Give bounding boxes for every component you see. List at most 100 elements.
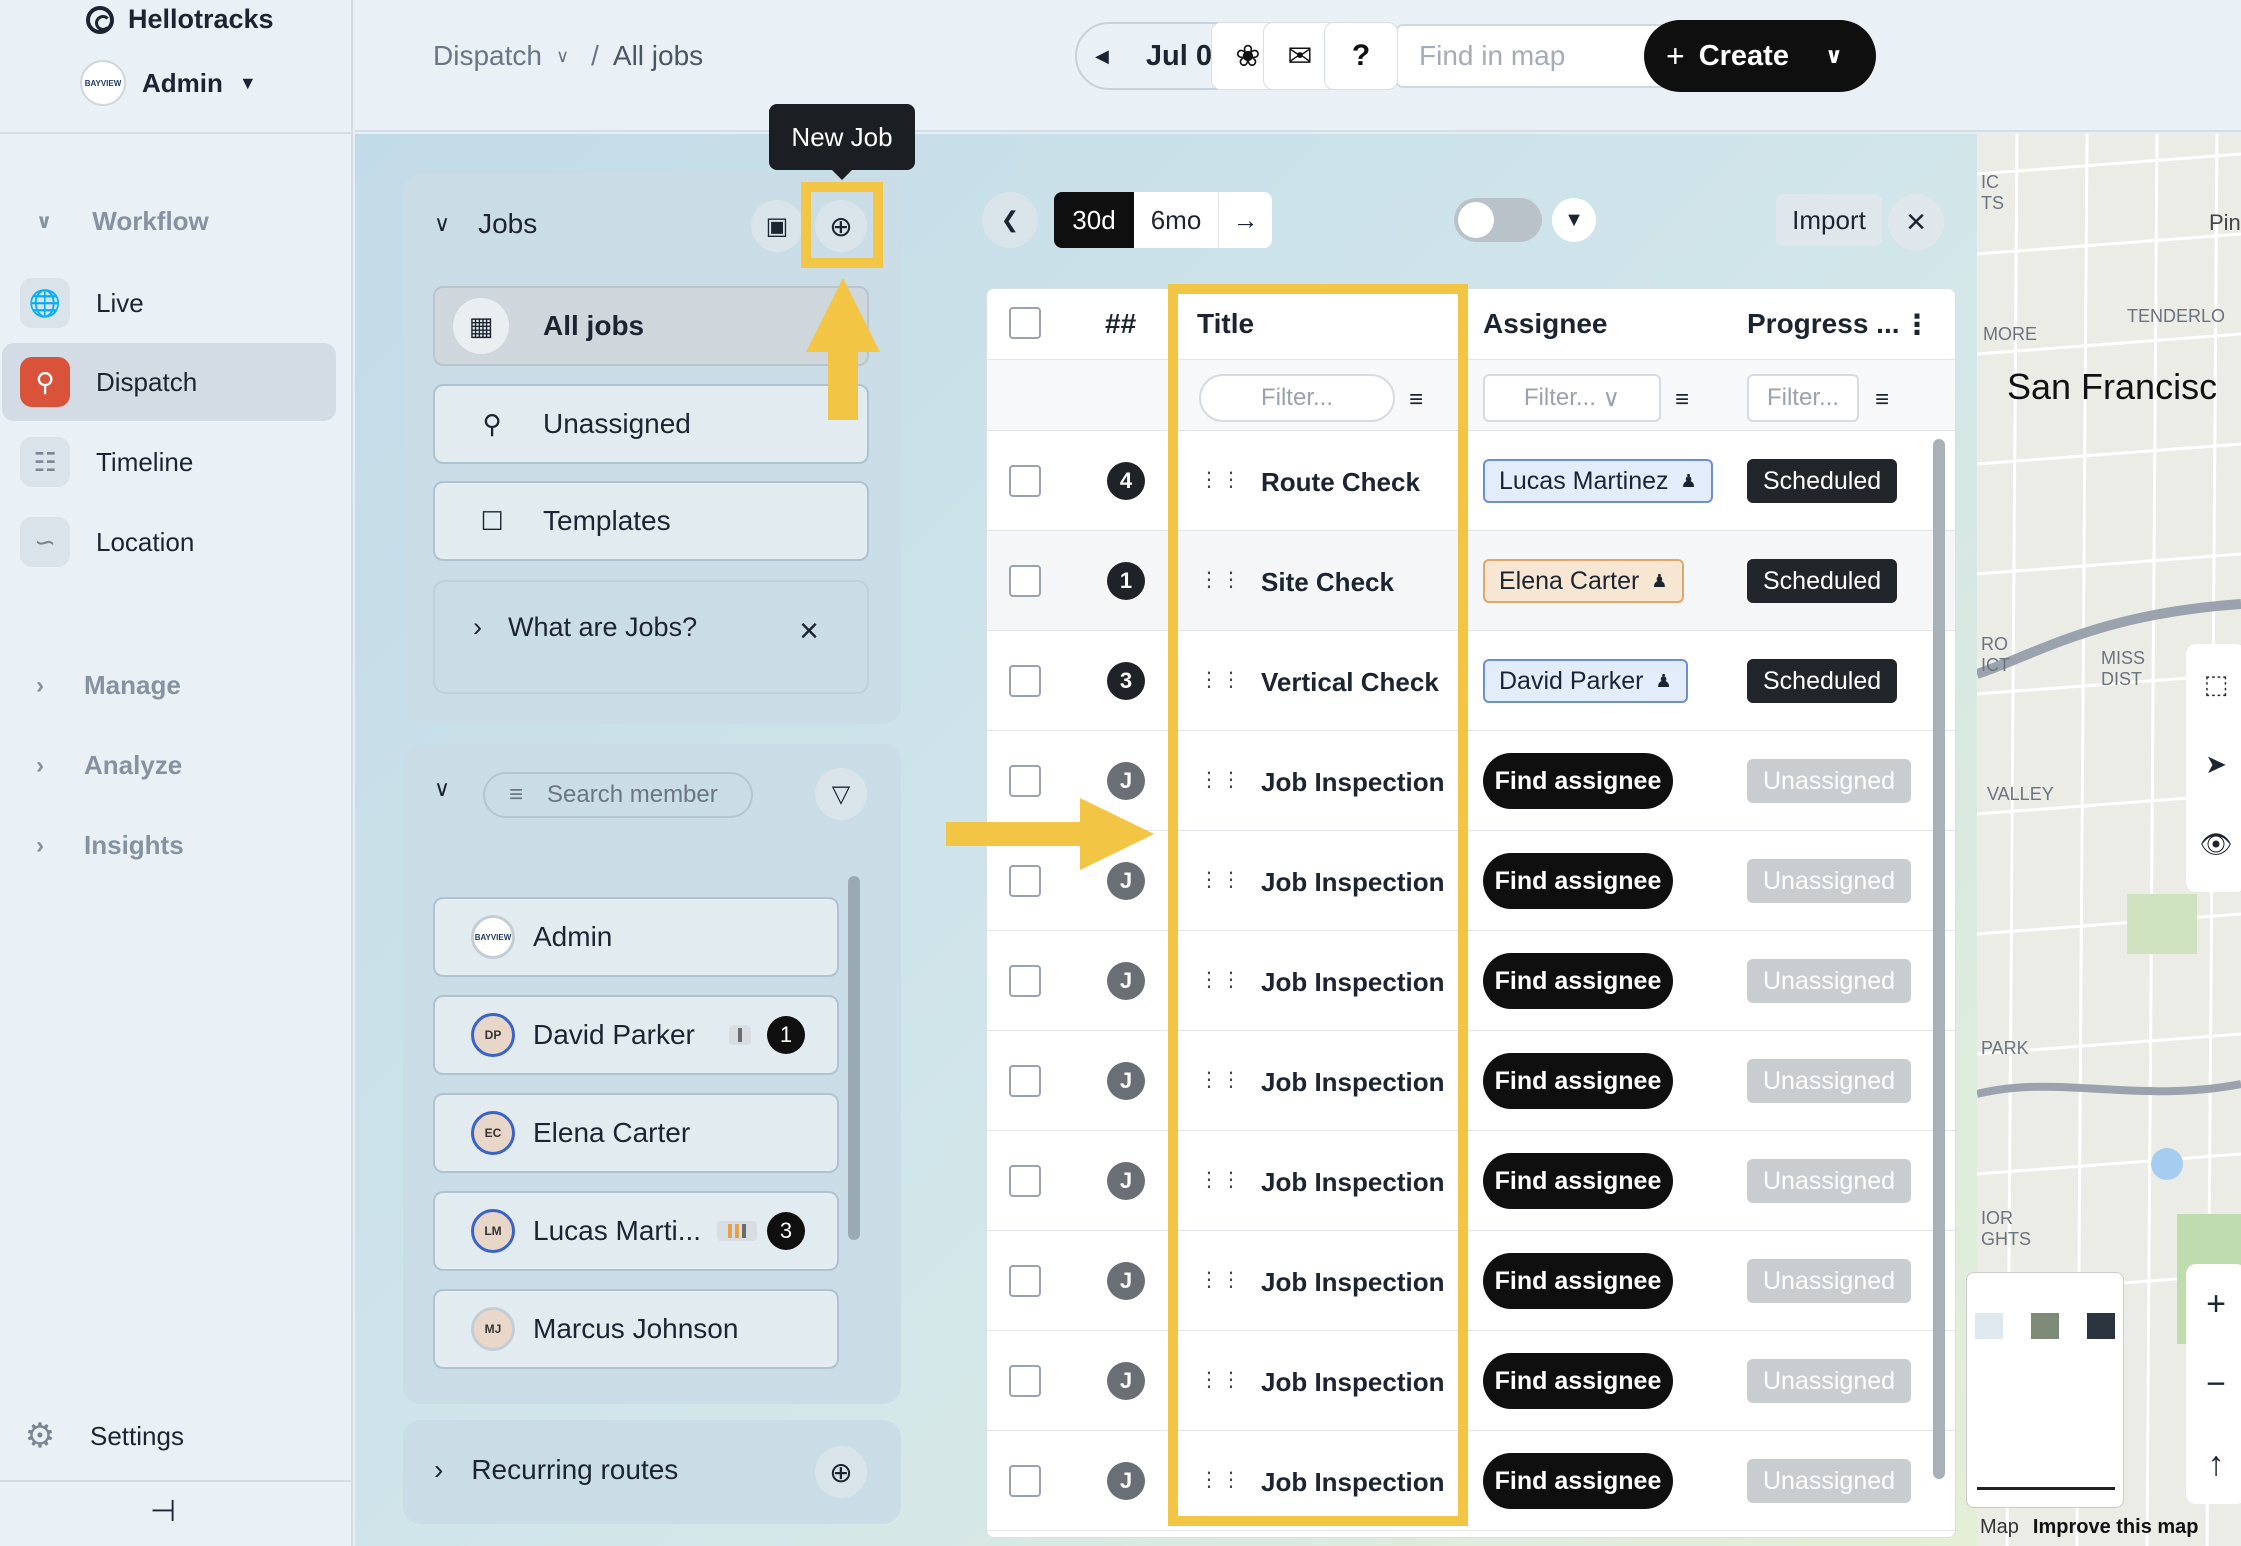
import-button[interactable]: Import <box>1776 194 1882 246</box>
arrow-right-icon[interactable]: → <box>1218 192 1272 248</box>
filter-toggle[interactable] <box>1454 198 1542 242</box>
eye-icon[interactable]: 👁 <box>2186 804 2241 884</box>
help-button[interactable]: ? <box>1324 22 1398 90</box>
row-checkbox[interactable] <box>1009 765 1041 797</box>
table-row[interactable]: J ⋮⋮ Job Inspection Find assignee Unassigned <box>987 1231 1955 1331</box>
member-marcus-johnson[interactable]: MJ Marcus Johnson <box>433 1289 839 1369</box>
jobs-panel-header[interactable]: ∨ Jobs <box>434 208 537 240</box>
north-arrow-icon[interactable]: ↑ <box>2186 1424 2241 1504</box>
sidebar-item-live[interactable]: 🌐 Live <box>2 264 336 342</box>
nav-group-analyze[interactable]: › Analyze <box>36 750 182 781</box>
sidebar-item-dispatch[interactable]: ⚲ Dispatch <box>2 343 336 421</box>
close-icon[interactable]: × <box>1888 194 1944 250</box>
filter-lines-icon[interactable]: ≡ <box>1675 386 1689 414</box>
row-checkbox[interactable] <box>1009 565 1041 597</box>
row-checkbox[interactable] <box>1009 1165 1041 1197</box>
assignee-chip[interactable]: Lucas Martinez ♟ <box>1483 459 1713 503</box>
select-all-checkbox[interactable] <box>1009 307 1041 339</box>
row-checkbox[interactable] <box>1009 465 1041 497</box>
map-style-dark[interactable] <box>2087 1313 2115 1339</box>
member-lucas-martinez[interactable]: LM Lucas Marti... 3 <box>433 1191 839 1271</box>
member-david-parker[interactable]: DP David Parker 1 <box>433 995 839 1075</box>
breadcrumb-dispatch[interactable]: Dispatch <box>433 40 542 72</box>
map-style-default[interactable] <box>1975 1313 2003 1339</box>
range-30d[interactable]: 30d <box>1054 192 1134 248</box>
table-row[interactable]: J ⋮⋮ Job Inspection Find assignee Unassigned <box>987 1331 1955 1431</box>
table-row[interactable]: 4 ⋮⋮ Route Check Lucas Martinez ♟ Scheduled <box>987 431 1955 531</box>
nav-all-jobs[interactable]: ▦ All jobs <box>433 286 869 366</box>
table-row[interactable]: J ⋮⋮ Job Inspection Find assignee Unassigned <box>987 1031 1955 1131</box>
improve-map-link[interactable]: Improve this map <box>2033 1516 2199 1539</box>
close-icon[interactable]: × <box>799 612 819 651</box>
table-row[interactable]: J ⋮⋮ Job Inspection Find assignee Unassigned <box>987 1431 1955 1531</box>
nav-group-workflow[interactable]: ∨ Workflow <box>36 206 209 237</box>
table-row[interactable]: J ⋮⋮ Job Inspection Find assignee Unassigned <box>987 931 1955 1031</box>
table-row[interactable]: 3 ⋮⋮ Vertical Check David Parker ♟ Scheduled <box>987 631 1955 731</box>
recurring-routes-header[interactable]: › Recurring routes <box>434 1454 678 1486</box>
row-checkbox[interactable] <box>1009 965 1041 997</box>
assignee-chip[interactable]: David Parker ♟ <box>1483 659 1688 703</box>
progress-filter-select[interactable]: Filter... <box>1747 374 1859 422</box>
select-area-icon[interactable]: ⬚ <box>2186 644 2241 724</box>
find-assignee-button[interactable]: Find assignee <box>1483 1353 1673 1409</box>
table-row[interactable]: J ⋮⋮ Job Inspection Find assignee Unassigned <box>987 731 1955 831</box>
member-filter-button[interactable]: ▽ <box>815 768 867 820</box>
member-admin[interactable]: BAYVIEW Admin <box>433 897 839 977</box>
account-switcher[interactable]: BAYVIEW Admin ▼ <box>80 60 257 106</box>
column-header-assignee[interactable]: Assignee <box>1483 289 1608 359</box>
sidebar-item-location[interactable]: ∽ Location <box>2 503 336 581</box>
assignee-filter-select[interactable]: Filter... ∨ <box>1483 374 1661 422</box>
prev-day-icon[interactable]: ◀ <box>1095 46 1109 67</box>
find-assignee-button[interactable]: Find assignee <box>1483 1453 1673 1509</box>
sidebar-item-settings[interactable]: ⚙ Settings <box>20 1416 184 1456</box>
row-checkbox[interactable] <box>1009 1365 1041 1397</box>
nav-group-insights[interactable]: › Insights <box>36 830 184 861</box>
jobs-info-toggle[interactable]: › What are Jobs? <box>473 612 697 643</box>
map-layers-panel[interactable] <box>1966 1272 2124 1508</box>
range-6mo[interactable]: 6mo <box>1134 192 1218 248</box>
column-header-num[interactable]: ## <box>1105 289 1136 359</box>
brand[interactable]: Hellotracks <box>86 4 274 35</box>
zoom-out-icon[interactable]: − <box>2186 1344 2241 1424</box>
pin-sidebar-icon[interactable]: ⊣ <box>150 1494 176 1529</box>
members-collapse[interactable]: ∨ <box>434 776 450 802</box>
row-checkbox[interactable] <box>1009 1065 1041 1097</box>
zoom-in-icon[interactable]: + <box>2186 1264 2241 1344</box>
table-scrollbar[interactable] <box>1933 439 1945 1479</box>
members-scrollbar[interactable] <box>848 876 860 1240</box>
table-row[interactable]: J ⋮⋮ Job Inspection Find assignee Unassigned <box>987 1131 1955 1231</box>
create-button[interactable]: + Create ∨ <box>1644 20 1876 92</box>
row-checkbox[interactable] <box>1009 665 1041 697</box>
member-elena-carter[interactable]: EC Elena Carter <box>433 1093 839 1173</box>
find-assignee-button[interactable]: Find assignee <box>1483 1153 1673 1209</box>
assignee-chip[interactable]: Elena Carter ♟ <box>1483 559 1684 603</box>
find-assignee-button[interactable]: Find assignee <box>1483 953 1673 1009</box>
funnel-icon[interactable]: ▼ <box>1552 198 1596 242</box>
nav-group-manage[interactable]: › Manage <box>36 670 181 701</box>
add-point-icon[interactable]: ➤ <box>2186 724 2241 804</box>
nav-templates[interactable]: ☐ Templates <box>433 481 869 561</box>
person-icon: ♟ <box>1680 470 1697 491</box>
icon-size-slider[interactable] <box>1977 1487 2115 1490</box>
scan-button[interactable]: ▣ <box>751 200 803 252</box>
add-recurring-route-button[interactable]: ⊕ <box>815 1446 867 1498</box>
table-row[interactable]: 1 ⋮⋮ Site Check Elena Carter ♟ Scheduled <box>987 531 1955 631</box>
find-assignee-button[interactable]: Find assignee <box>1483 753 1673 809</box>
filter-lines-icon[interactable]: ≡ <box>1875 386 1889 414</box>
column-header-progress[interactable]: Progress ... <box>1747 289 1900 359</box>
row-checkbox[interactable] <box>1009 1465 1041 1497</box>
bookmark-icon: ☐ <box>480 505 504 536</box>
sidebar-item-timeline[interactable]: ☷ Timeline <box>2 423 336 501</box>
row-checkbox[interactable] <box>1009 865 1041 897</box>
find-assignee-button[interactable]: Find assignee <box>1483 1053 1673 1109</box>
column-menu-icon[interactable]: ⋮ <box>1903 289 1931 359</box>
find-assignee-button[interactable]: Find assignee <box>1483 853 1673 909</box>
table-row[interactable]: J ⋮⋮ Job Inspection Find assignee Unassigned <box>987 831 1955 931</box>
row-checkbox[interactable] <box>1009 1265 1041 1297</box>
find-assignee-button[interactable]: Find assignee <box>1483 1253 1673 1309</box>
member-search-input[interactable]: ≡ Search member <box>483 772 753 818</box>
map-style-satellite[interactable] <box>2031 1313 2059 1339</box>
prev-range-button[interactable]: ❮ <box>982 192 1038 248</box>
nav-unassigned[interactable]: ⚲ Unassigned <box>433 384 869 464</box>
chevron-down-icon[interactable]: ∨ <box>556 46 569 67</box>
